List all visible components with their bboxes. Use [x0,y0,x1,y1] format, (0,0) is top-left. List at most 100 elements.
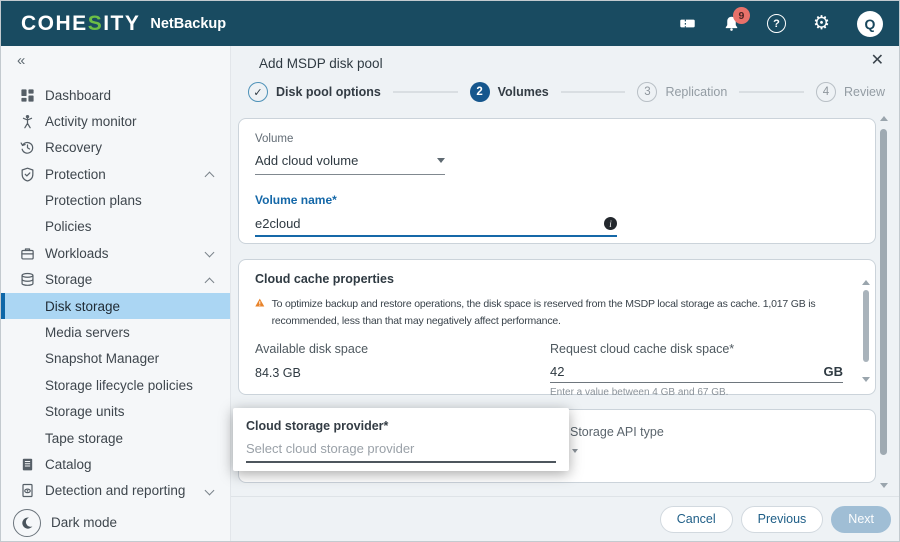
sidebar-item-label: Policies [45,219,92,234]
cache-warning: To optimize backup and restore operation… [255,296,859,330]
sidebar-item-workloads[interactable]: Workloads [1,240,230,266]
chevron-down-icon[interactable] [572,449,578,453]
scroll-down-icon[interactable] [862,377,870,382]
top-icon-group: 9 ? ⚙ Q [679,11,883,37]
next-button[interactable]: Next [831,506,891,533]
logo-text: COHE [21,12,88,35]
storage-api-type-label: Storage API type [570,425,664,439]
sidebar-item-storage-units[interactable]: Storage units [1,399,230,425]
panel-scrollbar[interactable] [862,280,870,382]
sidebar-item-label: Storage [45,272,92,287]
license-ticket-icon[interactable] [679,15,696,32]
recovery-icon [19,139,36,156]
sidebar-item-disk-storage[interactable]: Disk storage [1,293,230,319]
step-replication[interactable]: 3 Replication [637,82,727,102]
cancel-button[interactable]: Cancel [660,506,733,533]
scroll-up-icon[interactable] [880,116,888,121]
product-name: NetBackup [150,16,226,32]
dashboard-icon [19,87,36,104]
sidebar-item-detection-and-reporting[interactable]: Detection and reporting [1,478,230,504]
warning-text: To optimize backup and restore operation… [272,296,843,330]
sidebar-item-label: Activity monitor [45,114,137,129]
available-disk-space: Available disk space 84.3 GB [255,342,550,398]
sidebar-item-snapshot-manager[interactable]: Snapshot Manager [1,346,230,372]
step-connector [561,91,626,93]
sidebar-item-label: Protection plans [45,193,142,208]
activity-icon [19,113,36,130]
sidebar: « Dashboard Activity monitor Recovery Prote… [1,46,231,541]
sidebar-item-media-servers[interactable]: Media servers [1,319,230,345]
cloud-cache-panel: Cloud cache properties To optimize backu… [238,259,876,395]
dark-mode-toggle[interactable]: Dark mode [1,504,230,541]
request-input[interactable]: 42 GB [550,364,843,383]
sidebar-item-tape-storage[interactable]: Tape storage [1,425,230,451]
volume-select[interactable]: Add cloud volume [255,153,445,175]
wizard-stepper: ✓Disk pool options 2Volumes 3 Replication 4R… [248,82,885,102]
close-icon[interactable]: ✕ [871,53,884,69]
sidebar-item-label: Protection [45,167,106,182]
volume-name-label: Volume name* [255,193,859,207]
help-icon[interactable]: ? [767,14,786,33]
catalog-icon [19,456,36,473]
scrollbar-thumb[interactable] [880,129,887,455]
sidebar-item-storage[interactable]: Storage [1,267,230,293]
provider-select[interactable]: Select cloud storage provider [246,441,556,456]
step-disk-pool-options[interactable]: ✓Disk pool options [248,82,381,102]
provider-underline [246,461,556,463]
user-avatar[interactable]: Q [857,11,883,37]
available-label: Available disk space [255,342,550,356]
sidebar-collapse-icon[interactable]: « [1,46,230,74]
volume-panel: Volume Add cloud volume Volume name* e2c… [238,118,876,244]
netbackup-window: COHESITY NetBackup 9 ? ⚙ Q « DashboardAc… [0,0,900,542]
sidebar-item-recovery[interactable]: Recovery [1,135,230,161]
dialog-scrollbar[interactable] [879,116,888,488]
step-connector [393,91,458,93]
scroll-down-icon[interactable] [880,483,888,488]
step-number: 3 [637,82,657,102]
logo-green-s: S [88,12,104,35]
sidebar-item-protection[interactable]: Protection [1,161,230,187]
notifications-bell-icon[interactable]: 9 [723,15,740,32]
available-value: 84.3 GB [255,366,550,380]
dark-mode-label: Dark mode [51,515,117,530]
sidebar-item-dashboard[interactable]: Dashboard [1,82,230,108]
sidebar-item-label: Recovery [45,140,102,155]
volume-label: Volume [255,133,859,145]
step-volumes[interactable]: 2Volumes [470,82,549,102]
sidebar-nav: Dashboard Activity monitor Recovery Protect… [1,74,230,504]
sidebar-item-policies[interactable]: Policies [1,214,230,240]
step-review[interactable]: 4Review [816,82,885,102]
volume-name-input[interactable]: e2cloud i [255,216,617,237]
step-number: 4 [816,82,836,102]
settings-gear-icon[interactable]: ⚙ [813,14,830,33]
sidebar-item-activity-monitor[interactable]: Activity monitor [1,108,230,134]
step-label: Disk pool options [276,85,381,99]
sidebar-item-storage-lifecycle-policies[interactable]: Storage lifecycle policies [1,372,230,398]
sidebar-item-label: Tape storage [45,431,123,446]
request-label: Request cloud cache disk space* [550,342,843,356]
sidebar-item-catalog[interactable]: Catalog [1,451,230,477]
previous-button[interactable]: Previous [741,506,824,533]
storage-icon [19,271,36,288]
step-connector [739,91,804,93]
cache-fields: Available disk space 84.3 GB Request clo… [255,342,859,398]
sidebar-item-label: Detection and reporting [45,483,185,498]
step-label: Replication [665,85,727,99]
cloud-storage-provider-spotlight: Cloud storage provider* Select cloud sto… [233,408,569,471]
cloud-cache-title: Cloud cache properties [255,272,859,286]
sidebar-item-protection-plans[interactable]: Protection plans [1,187,230,213]
provider-label: Cloud storage provider* [246,419,556,433]
add-msdp-disk-pool-dialog: Add MSDP disk pool ✕ ✓Disk pool options 2… [231,46,899,541]
sidebar-item-label: Storage units [45,404,125,419]
scrollbar-thumb[interactable] [863,290,869,362]
chevron-down-icon [437,158,445,163]
unit-label: GB [824,364,844,379]
moon-icon [13,509,41,537]
dialog-title: Add MSDP disk pool [259,56,383,71]
scroll-up-icon[interactable] [862,280,870,285]
notification-badge: 9 [733,7,750,24]
sidebar-item-label: Media servers [45,325,130,340]
sidebar-item-label: Snapshot Manager [45,351,159,366]
info-icon[interactable]: i [604,217,617,230]
workloads-icon [19,245,36,262]
